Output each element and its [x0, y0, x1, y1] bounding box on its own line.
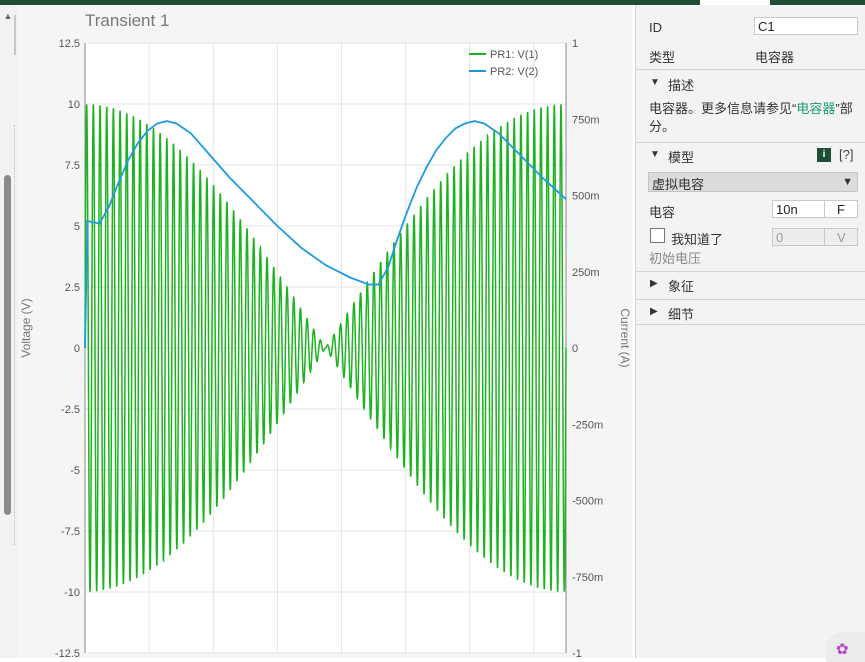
acknowledge-checkbox[interactable]: [650, 228, 665, 243]
details-title: 细节: [668, 307, 695, 322]
transient-chart: 12.5107.552.50-2.5-5-7.5-10-12.51750m500…: [19, 11, 632, 658]
description-text: 电容器。更多信息请参见“电容器”部分。: [649, 100, 854, 136]
legend-label: PR2: V(2): [490, 66, 538, 78]
capacitance-unit: F: [824, 200, 858, 218]
y2-tick-label: 500m: [572, 191, 600, 203]
y2-tick-label: 750m: [572, 114, 600, 126]
chart-title: Transient 1: [85, 11, 169, 30]
description-text-start: 电容器。更多信息请参见“: [649, 101, 797, 116]
collapse-triangle-icon: ▼: [650, 77, 660, 88]
scroll-track-marks: [14, 125, 17, 545]
id-field[interactable]: C1: [754, 17, 858, 35]
y2-tick-label: 0: [572, 343, 578, 355]
y2-tick-label: 1: [572, 38, 578, 50]
model-title: 模型: [668, 150, 695, 165]
model-select[interactable]: 虚拟电容 ▼: [648, 172, 858, 192]
y-tick-label: -2.5: [61, 404, 80, 416]
id-label: ID: [649, 20, 662, 35]
y2-tick-label: -750m: [572, 572, 603, 584]
symbol-section-header[interactable]: ▶ 象征: [636, 271, 865, 296]
collapse-triangle-icon: ▼: [650, 149, 660, 160]
initial-voltage-label: 初始电压: [649, 251, 702, 266]
y-tick-label: -7.5: [61, 526, 80, 538]
scroll-up-arrow-icon[interactable]: ▲: [3, 11, 13, 21]
expand-triangle-icon: ▶: [650, 306, 658, 317]
type-value: 电容器: [755, 50, 795, 65]
info-icon[interactable]: i: [817, 148, 831, 162]
y-tick-label: -12.5: [55, 648, 80, 658]
description-section-header[interactable]: ▼ 描述: [636, 69, 865, 94]
chevron-down-icon: ▼: [842, 176, 853, 188]
y-axis-title: Voltage (V): [19, 298, 33, 357]
description-title: 描述: [668, 78, 695, 93]
y2-tick-label: -500m: [572, 496, 603, 508]
type-label: 类型: [649, 50, 676, 65]
y-tick-label: -10: [64, 587, 80, 599]
properties-panel: ID C1 类型 电容器 ▼ 描述 电容器。更多信息请参见“电容器”部分。 ▼ …: [635, 5, 865, 658]
y2-tick-label: 250m: [572, 267, 600, 279]
y2-tick-label: -250m: [572, 419, 603, 431]
legend-label: PR1: V(1): [490, 49, 538, 61]
y-tick-label: 2.5: [65, 282, 80, 294]
symbol-title: 象征: [668, 279, 695, 294]
y2-axis-title: Current (A): [618, 308, 632, 367]
y-tick-label: 7.5: [65, 160, 80, 172]
capacitance-label: 电容: [649, 205, 676, 220]
capacitor-link[interactable]: 电容器: [796, 101, 835, 116]
details-section-header[interactable]: ▶ 细节: [636, 299, 865, 325]
capacitance-input[interactable]: 10n: [772, 200, 825, 218]
expand-triangle-icon: ▶: [650, 278, 658, 289]
initial-voltage-unit: V: [824, 228, 858, 246]
y-tick-label: 10: [68, 99, 80, 111]
y-tick-label: -5: [70, 465, 80, 477]
y2-tick-label: -1: [572, 648, 582, 658]
help-link[interactable]: [?]: [839, 147, 853, 162]
scrollbar-thumb[interactable]: [4, 175, 11, 515]
y-tick-label: 5: [74, 221, 80, 233]
y-tick-label: 12.5: [59, 38, 80, 50]
brain-icon: ✿: [836, 641, 849, 658]
acknowledge-label: 我知道了: [671, 232, 724, 247]
model-select-value: 虚拟电容: [652, 177, 705, 192]
initial-voltage-input[interactable]: 0: [772, 228, 825, 246]
chart-panel: 12.5 10 7.5 5 2.5 0 -2.5 -5 -7.5 -10 -12.5 1 750m 500…: [18, 5, 633, 658]
y-tick-label: 0: [74, 343, 80, 355]
left-scroll-panel: ▲: [0, 5, 19, 658]
scroll-track: [14, 15, 16, 55]
